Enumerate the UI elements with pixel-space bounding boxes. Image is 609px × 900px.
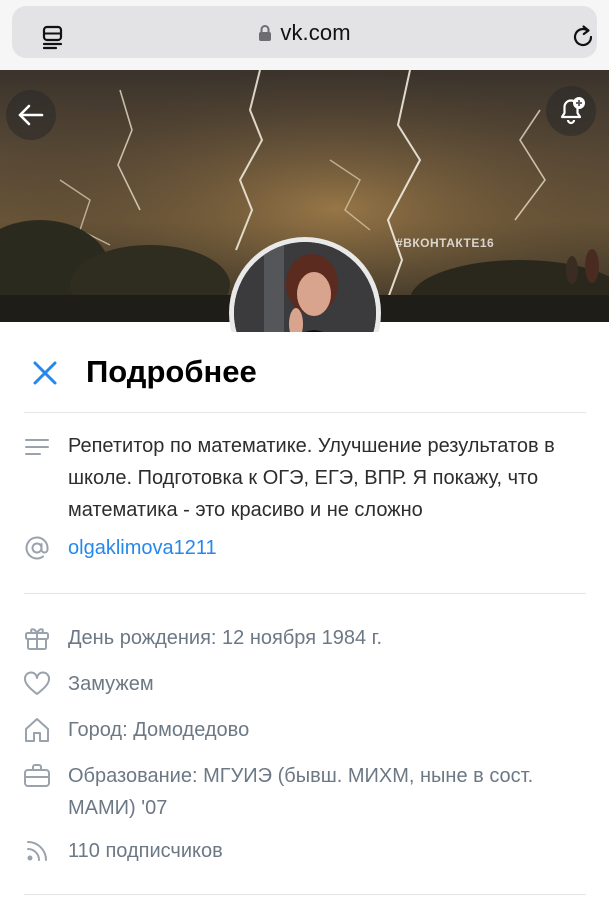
close-icon[interactable] [30,358,60,388]
lock-icon [259,25,272,41]
divider [24,412,586,413]
sheet-title: Подробнее [86,354,257,389]
back-button[interactable] [6,90,56,140]
relationship-text: Замужем [68,673,154,695]
at-sign-icon [25,536,49,560]
briefcase-icon [24,764,50,787]
rss-icon [27,841,47,861]
browser-toolbar: vk.com [0,0,609,70]
reload-icon[interactable] [570,24,596,50]
details-sheet: Подробнее Репетитор по математике. Улучш… [0,332,609,900]
back-arrow-icon [18,104,44,126]
notify-button[interactable] [546,86,596,136]
text-lines-icon [25,439,49,455]
followers-text[interactable]: 110 подписчиков [68,835,598,867]
city-text: Город: Домодедово [68,719,250,741]
birthday-text: День рождения: 12 ноября 1984 г. [68,627,383,649]
address-bar[interactable]: vk.com [12,6,597,58]
about-text: Репетитор по математике. Улучшение резул… [68,435,555,521]
home-icon [25,718,49,742]
nickname-link[interactable]: olgaklimova1211 [68,532,598,564]
url-text[interactable]: vk.com [280,20,350,46]
divider [24,894,586,895]
education-text: Образование: МГУИЭ (бывш. МИХМ, ныне в с… [68,765,534,819]
heart-icon [24,671,50,695]
add-notification-bell-icon [560,97,585,125]
gift-icon [25,628,49,650]
divider [24,593,586,594]
cover-hashtag: #ВКОНТАКТЕ16 [396,236,495,250]
